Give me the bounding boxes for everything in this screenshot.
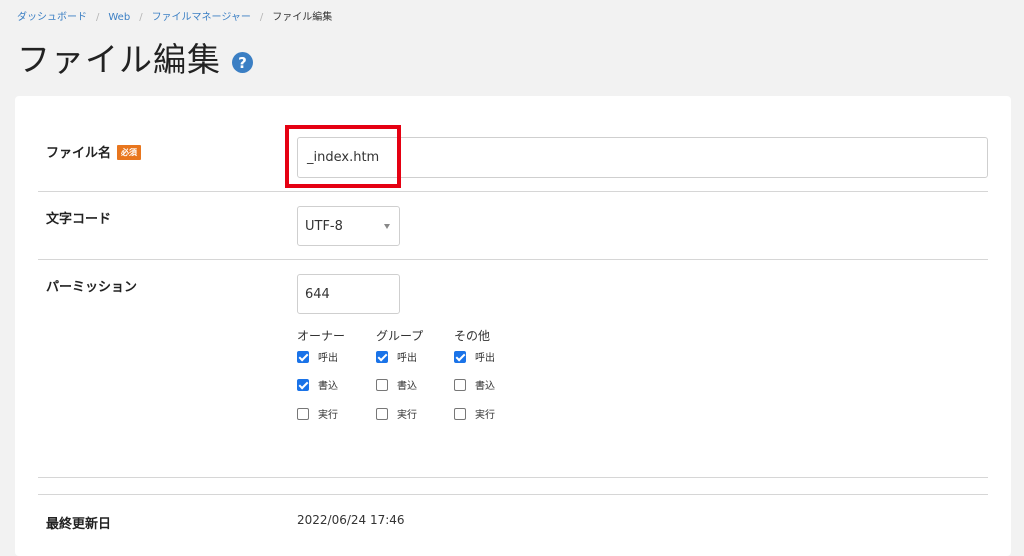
breadcrumb-separator: / bbox=[259, 12, 264, 23]
highlight-box bbox=[285, 125, 401, 188]
last-modified-label: 最終更新日 bbox=[46, 517, 112, 532]
permission-group-label: オーナー bbox=[297, 329, 346, 343]
permission-exec-item: 実行 bbox=[297, 406, 338, 421]
permission-read-checkbox[interactable] bbox=[376, 350, 388, 363]
encoding-select-value: UTF-8 bbox=[305, 218, 343, 234]
breadcrumb-separator: / bbox=[96, 12, 100, 23]
title-row: ファイル編集 ? bbox=[17, 40, 253, 80]
breadcrumb-dashboard[interactable]: ダッシュボード bbox=[17, 11, 87, 25]
permission-exec-item: 実行 bbox=[454, 406, 495, 421]
row-divider bbox=[38, 191, 988, 192]
permission-write-checkbox[interactable] bbox=[297, 378, 309, 391]
filename-label: ファイル名 必須 bbox=[46, 142, 142, 161]
breadcrumb-web[interactable]: Web bbox=[108, 11, 130, 25]
permission-write-label: 書込 bbox=[397, 381, 417, 392]
filename-label-text: ファイル名 bbox=[46, 146, 112, 161]
permission-exec-label: 実行 bbox=[318, 410, 338, 421]
last-modified-value: 2022/06/24 17:46 bbox=[297, 513, 405, 527]
permission-read-label: 呼出 bbox=[397, 353, 417, 364]
permission-group-label: その他 bbox=[454, 329, 491, 343]
permission-read-item: 呼出 bbox=[297, 349, 338, 364]
permission-read-checkbox[interactable] bbox=[454, 350, 466, 363]
permission-group: グループ呼出書込実行 bbox=[376, 329, 456, 421]
permission-group-label: グループ bbox=[376, 329, 424, 343]
breadcrumb-current: ファイル編集 bbox=[272, 12, 333, 23]
permission-read-label: 呼出 bbox=[318, 353, 338, 364]
required-badge: 必須 bbox=[117, 145, 142, 160]
page-title: ファイル編集 bbox=[17, 40, 221, 79]
permission-read-item: 呼出 bbox=[376, 349, 417, 364]
permission-exec-label: 実行 bbox=[397, 410, 417, 421]
permission-input-value: 644 bbox=[305, 286, 330, 302]
permission-write-label: 書込 bbox=[475, 381, 495, 392]
permission-input[interactable]: 644 bbox=[297, 274, 400, 314]
permission-group: その他呼出書込実行 bbox=[454, 329, 534, 421]
permission-exec-label: 実行 bbox=[475, 410, 495, 421]
permission-exec-checkbox[interactable] bbox=[297, 407, 309, 420]
breadcrumb-separator: / bbox=[139, 12, 143, 23]
permission-write-label: 書込 bbox=[318, 381, 338, 392]
permission-write-item: 書込 bbox=[376, 377, 417, 392]
permission-read-checkbox[interactable] bbox=[297, 350, 309, 363]
breadcrumb: ダッシュボード / Web / ファイルマネージャー / ファイル編集 bbox=[17, 11, 332, 25]
encoding-select[interactable]: UTF-8 bbox=[297, 206, 400, 246]
permission-label: パーミッション bbox=[46, 280, 138, 295]
permission-write-item: 書込 bbox=[297, 377, 338, 392]
permission-write-item: 書込 bbox=[454, 377, 495, 392]
row-divider bbox=[38, 477, 988, 478]
permission-exec-item: 実行 bbox=[376, 406, 417, 421]
breadcrumb-file-manager[interactable]: ファイルマネージャー bbox=[152, 11, 251, 25]
permission-read-label: 呼出 bbox=[475, 353, 495, 364]
permission-exec-checkbox[interactable] bbox=[376, 407, 388, 420]
permission-write-checkbox[interactable] bbox=[376, 378, 388, 391]
row-divider bbox=[38, 259, 988, 260]
permission-write-checkbox[interactable] bbox=[454, 378, 466, 391]
permission-group: オーナー呼出書込実行 bbox=[297, 329, 377, 421]
help-icon[interactable]: ? bbox=[232, 52, 253, 73]
chevron-down-icon bbox=[384, 224, 390, 229]
encoding-label: 文字コード bbox=[46, 212, 112, 227]
file-edit-form: ファイル名 必須 _index.htm 文字コード UTF-8 パーミッション 6… bbox=[15, 96, 1011, 556]
permission-exec-checkbox[interactable] bbox=[454, 407, 466, 420]
permission-read-item: 呼出 bbox=[454, 349, 495, 364]
row-divider bbox=[38, 494, 988, 495]
